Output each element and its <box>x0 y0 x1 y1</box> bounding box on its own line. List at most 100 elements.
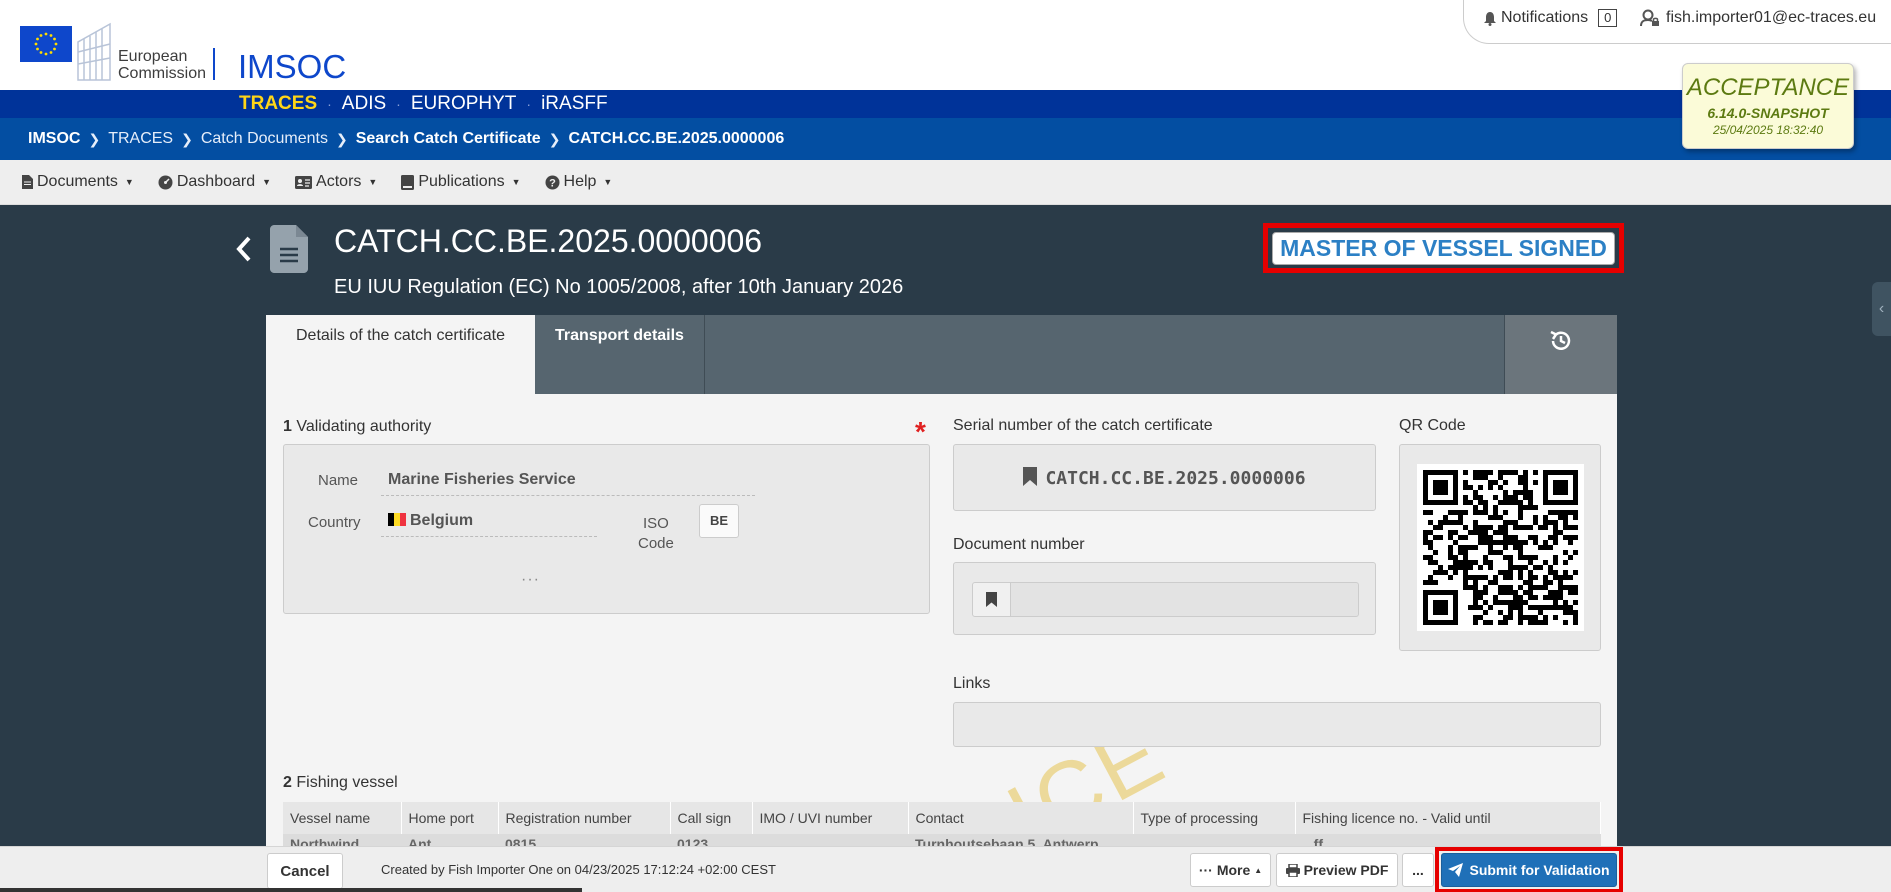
qr-module <box>1553 470 1558 475</box>
back-button[interactable] <box>234 234 256 264</box>
menu-dashboard-label: Dashboard <box>176 173 256 190</box>
country-value: Belgium <box>388 512 473 530</box>
qr-module <box>1563 480 1568 485</box>
qr-module <box>1503 575 1508 580</box>
qr-module <box>1438 490 1443 495</box>
qr-module <box>1483 505 1488 510</box>
qr-module <box>1568 610 1573 615</box>
qr-module <box>1453 520 1458 525</box>
qr-module <box>1498 470 1503 475</box>
qr-module <box>1473 525 1478 530</box>
qr-module <box>1503 470 1508 475</box>
qr-module <box>1573 585 1578 590</box>
tab-details[interactable]: Details of the catch certificate <box>266 315 535 394</box>
system-europhyt[interactable]: EUROPHYT <box>411 93 517 115</box>
caret-up-icon: ▲ <box>1254 865 1263 875</box>
qr-module <box>1508 555 1513 560</box>
qr-module <box>1573 620 1578 625</box>
qr-module <box>1518 505 1523 510</box>
qr-module <box>1518 585 1523 590</box>
expand-more-button[interactable]: ··· <box>521 571 540 589</box>
qr-module <box>1498 550 1503 555</box>
qr-module <box>1468 585 1473 590</box>
tab-transport[interactable]: Transport details <box>535 315 705 394</box>
qr-module <box>1523 490 1528 495</box>
qr-module <box>1493 495 1498 500</box>
qr-module <box>1563 575 1568 580</box>
qr-module <box>1443 570 1448 575</box>
iso-code-value: BE <box>699 504 739 538</box>
menu-actors[interactable]: Actors ▼ <box>295 173 377 191</box>
breadcrumb-imsoc[interactable]: IMSOC <box>28 130 80 148</box>
qr-module <box>1448 550 1453 555</box>
underline <box>381 495 755 496</box>
qr-module <box>1453 470 1458 475</box>
qr-module <box>1573 610 1578 615</box>
menu-documents[interactable]: Documents ▼ <box>22 173 134 191</box>
notifications-link[interactable]: Notifications 0 <box>1483 9 1618 27</box>
qr-module <box>1468 545 1473 550</box>
qr-module <box>1528 585 1533 590</box>
qr-module <box>1543 515 1548 520</box>
qr-module <box>1563 620 1568 625</box>
qr-module <box>1508 590 1513 595</box>
qr-code-icon <box>1423 470 1578 625</box>
qr-module <box>1503 535 1508 540</box>
qr-module <box>1423 620 1428 625</box>
system-traces[interactable]: TRACES <box>239 93 317 115</box>
menu-help[interactable]: ? Help ▼ <box>545 173 612 191</box>
document-number-input[interactable] <box>1010 582 1359 617</box>
table-row[interactable]: Northwind Ant... 0815 0123 Turnhoutsebaa… <box>283 834 1601 846</box>
qr-module <box>1468 530 1473 535</box>
bell-icon <box>1484 11 1496 26</box>
qr-module <box>1508 575 1513 580</box>
breadcrumb-search-catch-certificate[interactable]: Search Catch Certificate <box>356 130 541 148</box>
system-irasff[interactable]: iRASFF <box>541 93 608 115</box>
table-cell: 0815 <box>498 834 670 846</box>
qr-module <box>1508 605 1513 610</box>
qr-module <box>1503 490 1508 495</box>
qr-module <box>1423 610 1428 615</box>
menu-dashboard[interactable]: Dashboard ▼ <box>158 173 271 191</box>
qr-module <box>1473 595 1478 600</box>
breadcrumb-traces[interactable]: TRACES <box>108 130 173 148</box>
qr-module <box>1563 560 1568 565</box>
user-menu[interactable]: fish.importer01@ec-traces.eu <box>1640 9 1876 27</box>
qr-module <box>1443 490 1448 495</box>
breadcrumb-catch-documents[interactable]: Catch Documents <box>201 130 328 148</box>
qr-module <box>1508 560 1513 565</box>
more-button[interactable]: ··· More ▲ <box>1190 853 1271 887</box>
qr-module <box>1463 575 1468 580</box>
iso-label-line-2: Code <box>638 535 674 552</box>
column-header: Registration number <box>498 802 671 834</box>
qr-module <box>1518 540 1523 545</box>
qr-module <box>1423 490 1428 495</box>
chevron-right-icon: ❯ <box>181 130 193 147</box>
more-options-button[interactable]: ... <box>1402 853 1434 887</box>
country-name: Belgium <box>410 512 474 529</box>
qr-module <box>1538 585 1543 590</box>
qr-module <box>1478 525 1483 530</box>
qr-module <box>1558 500 1563 505</box>
table-cell: Ant... <box>401 834 498 846</box>
cancel-button[interactable]: Cancel <box>267 853 343 889</box>
fishing-vessel-table: Vessel name Home port Registration numbe… <box>283 802 1601 846</box>
qr-module <box>1463 510 1468 515</box>
qr-module <box>1558 485 1563 490</box>
qr-module <box>1473 530 1478 535</box>
side-panel-toggle[interactable]: ‹ <box>1872 282 1891 336</box>
qr-module <box>1533 515 1538 520</box>
menu-publications[interactable]: Publications ▼ <box>401 173 521 191</box>
history-button[interactable] <box>1504 315 1617 394</box>
preview-pdf-button[interactable]: Preview PDF <box>1276 853 1398 887</box>
qr-module <box>1448 620 1453 625</box>
qr-module <box>1438 590 1443 595</box>
system-adis[interactable]: ADIS <box>342 93 386 115</box>
app-name[interactable]: IMSOC <box>238 48 346 86</box>
qr-module <box>1423 590 1428 595</box>
qr-module <box>1433 560 1438 565</box>
submit-for-validation-button[interactable]: Submit for Validation <box>1441 853 1617 887</box>
qr-module <box>1558 595 1563 600</box>
qr-module <box>1508 565 1513 570</box>
qr-module <box>1498 620 1503 625</box>
